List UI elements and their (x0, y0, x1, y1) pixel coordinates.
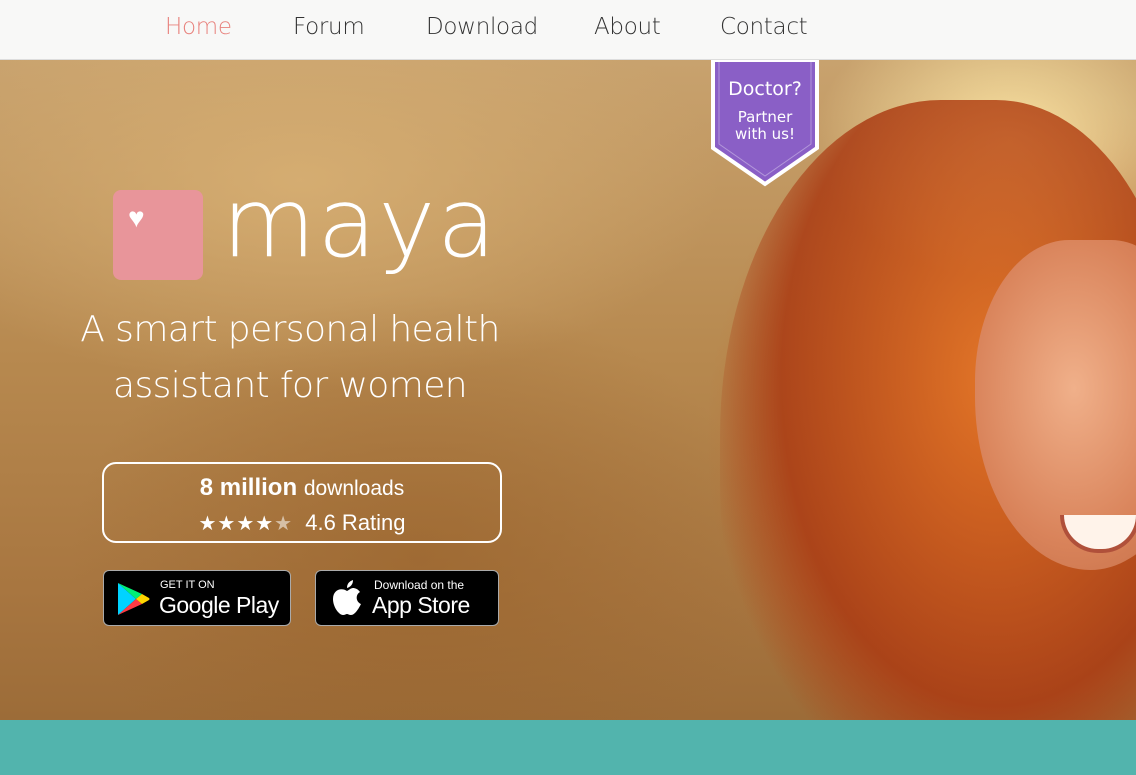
downloads-count: 8 million (199, 474, 298, 501)
half-star-icon: ★ (274, 513, 294, 535)
google-badge-small-text: GET IT ON (160, 579, 215, 591)
nav-contact-link[interactable]: Contact (720, 14, 808, 40)
brand-name: maya (222, 167, 498, 279)
apple-badge-small-text: Download on the (374, 578, 465, 592)
rating-line: ★★★★★ 4.6 Rating (104, 510, 500, 536)
app-store-button[interactable]: Download on the App Store (315, 570, 499, 626)
nav-home-link[interactable]: Home (165, 14, 232, 40)
brand-logo-box: ♥ (113, 190, 203, 280)
google-play-button[interactable]: GET IT ON Google Play (103, 570, 291, 626)
ribbon-line2: with us! (735, 125, 795, 143)
star-rating-icons: ★★★★★ (198, 513, 293, 535)
ribbon-line1: Partner (737, 108, 793, 126)
google-play-icon (118, 583, 150, 615)
ribbon-subtitle: Partner with us! (709, 109, 821, 143)
stats-box: 8 million downloads ★★★★★ 4.6 Rating (102, 462, 502, 543)
nav-about-link[interactable]: About (594, 14, 661, 40)
apple-icon (333, 580, 361, 615)
doctor-partner-ribbon[interactable]: Doctor? Partner with us! (709, 60, 821, 188)
hero-tagline: A smart personal health assistant for wo… (60, 302, 520, 414)
heart-icon: ♥ (128, 202, 145, 233)
tagline-line2: assistant for women (113, 365, 468, 406)
ribbon-title: Doctor? (728, 78, 802, 100)
nav-download-link[interactable]: Download (426, 14, 538, 40)
rating-text: 4.6 Rating (305, 510, 406, 535)
teal-section-strip (0, 720, 1136, 775)
top-nav: Home Forum Download About Contact (0, 0, 1136, 60)
downloads-line: 8 million downloads (104, 474, 500, 502)
downloads-label: downloads (303, 477, 405, 500)
full-stars: ★★★★ (198, 513, 275, 535)
nav-forum-link[interactable]: Forum (293, 14, 365, 40)
tagline-line1: A smart personal health (80, 309, 500, 350)
google-badge-big-text: Google Play (159, 592, 279, 618)
apple-badge-big-text: App Store (372, 592, 470, 618)
